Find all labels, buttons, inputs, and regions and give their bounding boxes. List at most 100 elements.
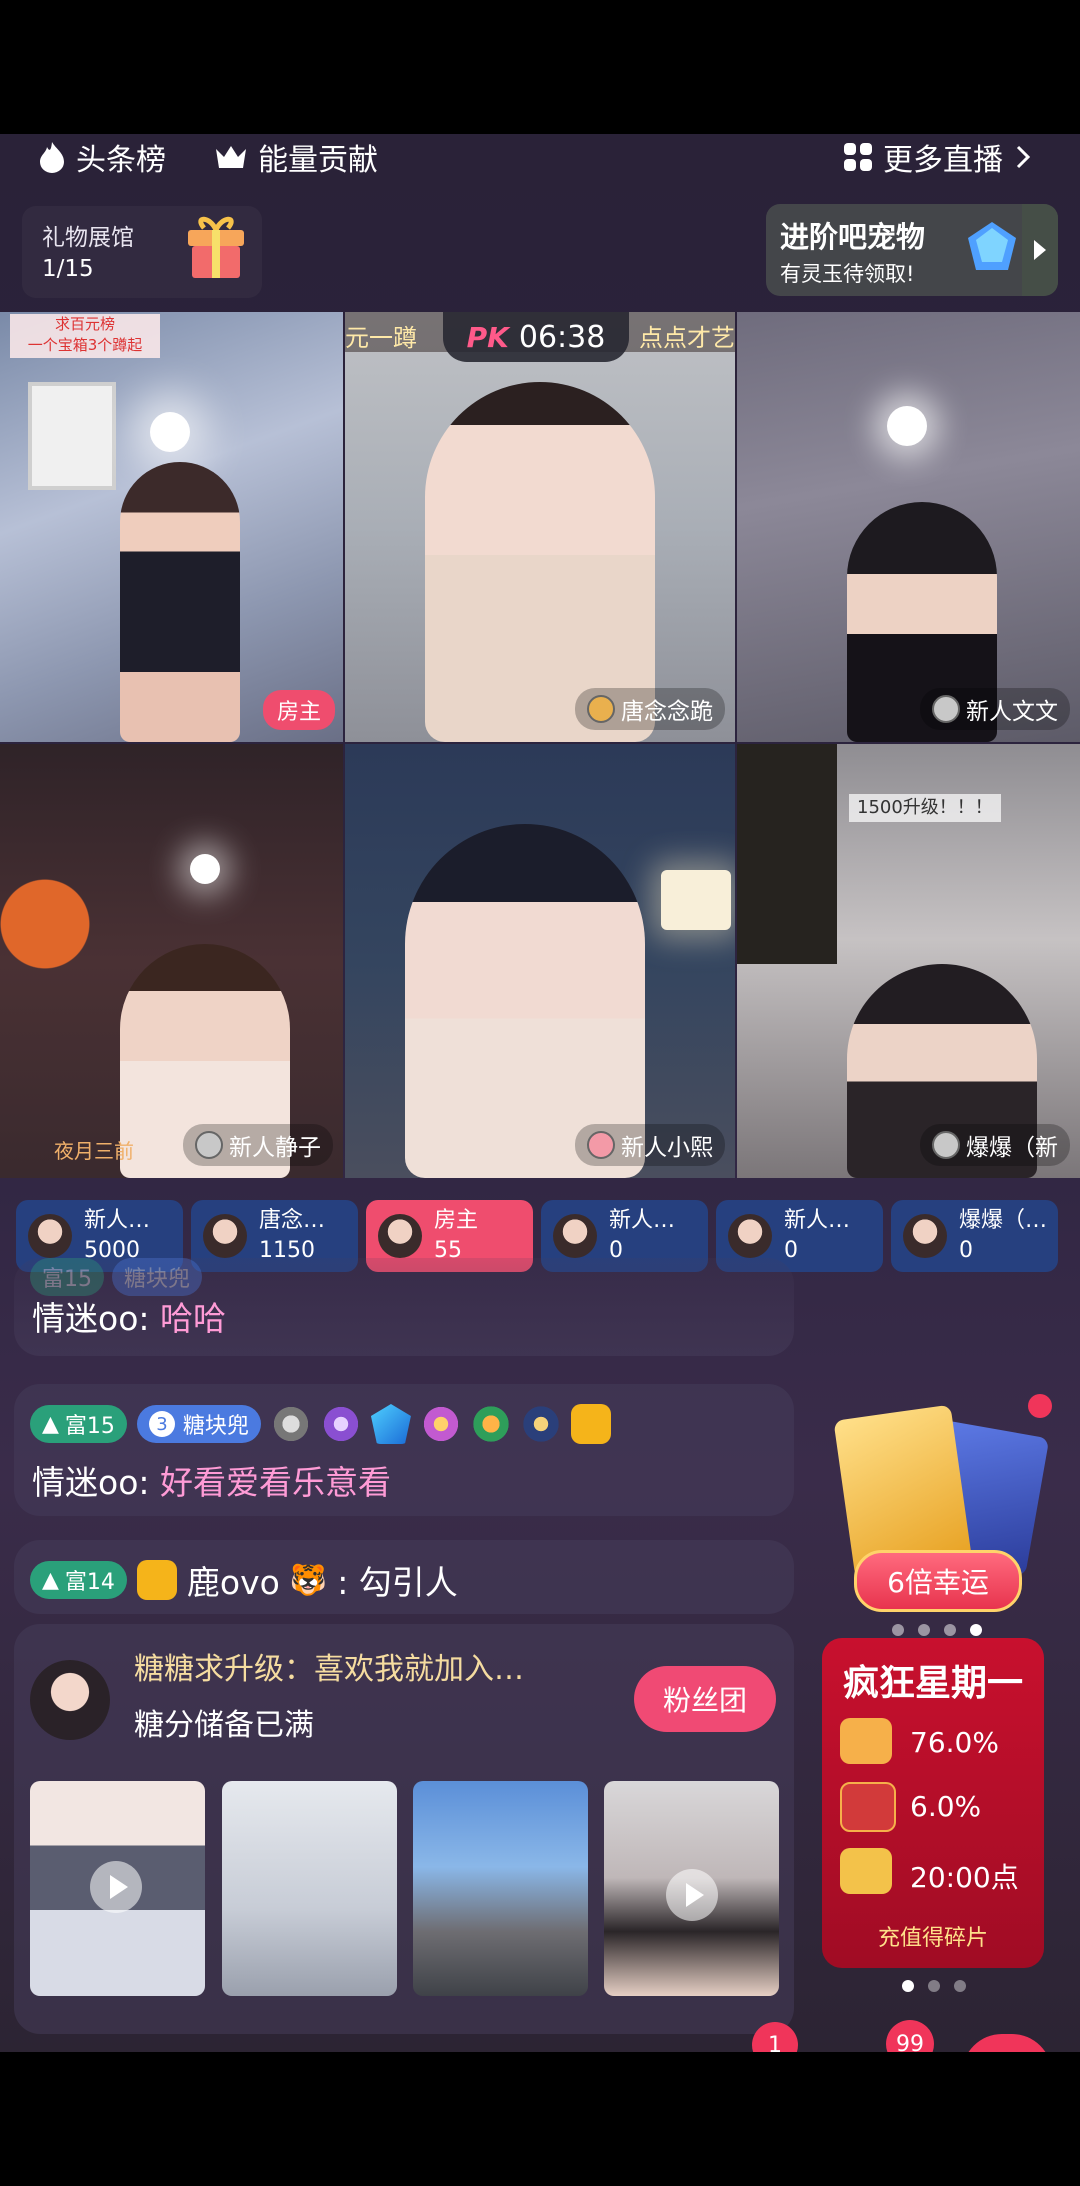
pet-banner-play-button[interactable]: [1022, 204, 1058, 296]
chat-user: 情迷oo:: [32, 1299, 150, 1338]
avatar: [28, 1214, 72, 1258]
lucky-pager: [892, 1624, 982, 1636]
gift-box-icon: [188, 216, 244, 278]
avatar: [728, 1214, 772, 1258]
wealth-badge: ▲ 富15: [30, 1405, 127, 1443]
pet-banner-subtitle: 有灵玉待领取!: [780, 262, 915, 286]
user-card-icon: [570, 1404, 611, 1444]
video-tile-pk[interactable]: 元一蹲 点点才艺 PK 06:38 唐念念跪: [345, 312, 735, 742]
avatar: [903, 1214, 947, 1258]
crazy-monday-title: 疯狂星期一: [842, 1662, 1023, 1704]
jade-gem-icon: [968, 222, 1016, 270]
video-thumbnail[interactable]: [413, 1781, 588, 1996]
fan-card-title: 糖糖求升级：喜欢我就加入…: [134, 1652, 524, 1687]
more-live-label: 更多直播: [883, 143, 1003, 178]
chevron-right-icon: [1016, 145, 1031, 169]
score-name: 唐念…: [259, 1208, 326, 1233]
chat-text: 哈哈: [160, 1299, 226, 1338]
energy-contribution-label: 能量贡献: [258, 143, 378, 178]
tiger-icon: 🐯: [289, 1562, 328, 1598]
pk-label: PK: [466, 320, 509, 354]
live-room: 头条榜 能量贡献 更多直播 礼物展馆 1/15 进阶吧宠物 有灵玉待领取! 求百…: [0, 134, 1080, 2052]
avatar: [553, 1214, 597, 1258]
video-tile-3[interactable]: 新人文文: [737, 312, 1080, 742]
video-tile-host[interactable]: 求百元榜 一个宝箱3个蹲起 房主: [0, 312, 343, 742]
unread-badge[interactable]: 99: [886, 2020, 934, 2052]
pet-banner-title: 进阶吧宠物: [780, 220, 926, 254]
wealth-badge: ▲ 富14: [30, 1561, 127, 1599]
chat-message[interactable]: ▲ 富14 鹿ovo 🐯 : 勾引人: [14, 1540, 794, 1614]
reward-value-1: 76.0%: [910, 1726, 999, 1759]
purple-medal-icon: [320, 1404, 361, 1444]
gift-hall-card[interactable]: 礼物展馆 1/15: [22, 206, 262, 298]
tile-banner: 1500升级！！！: [849, 794, 1001, 822]
avatar: [203, 1214, 247, 1258]
video-thumbnail[interactable]: [30, 1781, 205, 1996]
fan-badge: 3 糖块兜: [136, 1405, 261, 1443]
chat-text: 好看爱看乐意看: [160, 1463, 391, 1502]
wall-poster: [28, 382, 116, 490]
video-tile-5[interactable]: 新人小熙: [345, 744, 735, 1178]
more-live-button[interactable]: 更多直播: [843, 134, 1033, 180]
score-name: 新人…: [609, 1208, 676, 1233]
tile-banner: 求百元榜 一个宝箱3个蹲起: [10, 314, 160, 358]
streamer-figure: [120, 462, 240, 742]
gift-button-edge[interactable]: [962, 2034, 1052, 2052]
pk-score-card[interactable]: 爆爆（… 0: [891, 1200, 1058, 1272]
chat-line: ▲ 富14 鹿ovo 🐯 : 勾引人: [30, 1556, 458, 1604]
crazy-pager: [902, 1980, 966, 1992]
play-icon: [666, 1869, 718, 1921]
navy-medal-icon: [520, 1404, 561, 1444]
pk-timer: 06:38: [518, 319, 606, 355]
headline-rank-button[interactable]: 头条榜: [38, 134, 166, 180]
dark-panel: [737, 744, 837, 964]
video-tile-6[interactable]: 1500升级！！！ 爆爆（新: [737, 744, 1080, 1178]
tile-bottom-text: 夜月三前: [54, 1139, 134, 1163]
ring-light: [887, 406, 927, 446]
play-icon: [90, 1861, 142, 1913]
gift-hall-title: 礼物展馆: [42, 225, 134, 251]
streamer-avatar[interactable]: [30, 1660, 110, 1740]
chat-badges: ▲ 富15 3 糖块兜: [30, 1404, 611, 1444]
reward-value-2: 6.0%: [910, 1790, 982, 1823]
gift-hall-progress: 1/15: [42, 256, 94, 282]
tile-name-label: 新人静子: [183, 1124, 333, 1166]
lucky-widget[interactable]: 6倍幸运: [828, 1392, 1058, 1672]
shield-medal-icon: [370, 1404, 411, 1444]
energy-contribution-button[interactable]: 能量贡献: [214, 134, 378, 180]
tile-name-label: 唐念念跪: [575, 688, 725, 730]
reward-value-3: 20:00点: [910, 1861, 1019, 1894]
green-medal-icon: [470, 1404, 511, 1444]
score-name: 爆爆（…: [959, 1208, 1048, 1233]
chat-message[interactable]: 富15 糖块兜 情迷oo: 哈哈: [14, 1258, 794, 1356]
fan-club-button[interactable]: 粉丝团: [634, 1666, 776, 1732]
crazy-monday-footer: 充值得碎片: [877, 1926, 988, 1951]
video-thumbnail[interactable]: [222, 1781, 397, 1996]
pk-timer-box: PK 06:38: [443, 312, 629, 362]
score-value: 0: [784, 1238, 798, 1263]
video-tile-4[interactable]: 夜月三前 新人静子: [0, 744, 343, 1178]
crown-icon: [216, 146, 246, 168]
chat-user: 情迷oo:: [32, 1463, 150, 1502]
notification-dot: [1028, 1394, 1052, 1418]
score-name: 新人…: [784, 1208, 851, 1233]
tile-name-label: 爆爆（新: [920, 1124, 1070, 1166]
pet-upgrade-banner[interactable]: 进阶吧宠物 有灵玉待领取!: [766, 204, 1058, 296]
user-card-icon: [136, 1560, 177, 1600]
pk-left-text: 元一蹲: [345, 324, 417, 352]
spiral-medal-icon: [270, 1404, 311, 1444]
chat-message[interactable]: ▲ 富15 3 糖块兜 情迷oo: 好看爱看乐意看: [14, 1384, 794, 1516]
tile-name-label: 新人小熙: [575, 1124, 725, 1166]
tile-name-label: 新人文文: [920, 688, 1070, 730]
video-thumbnail[interactable]: [604, 1781, 779, 1996]
reward-icon-1: [840, 1718, 892, 1764]
fan-card-subtitle: 糖分储备已满: [134, 1708, 314, 1743]
host-badge: 房主: [262, 690, 335, 730]
crazy-monday-panel[interactable]: 疯狂星期一 76.0% 6.0% 20:00点 充值得碎片: [822, 1638, 1044, 1968]
video-grid: 求百元榜 一个宝箱3个蹲起 房主 元一蹲 点点才艺 PK 06:38 唐念念跪 …: [0, 312, 1080, 1178]
headline-rank-label: 头条榜: [76, 143, 166, 178]
play-icon: [1034, 240, 1046, 260]
ring-light: [190, 854, 220, 884]
chat-line: 情迷oo: 好看爱看乐意看: [32, 1456, 391, 1504]
score-value: 0: [959, 1238, 973, 1263]
